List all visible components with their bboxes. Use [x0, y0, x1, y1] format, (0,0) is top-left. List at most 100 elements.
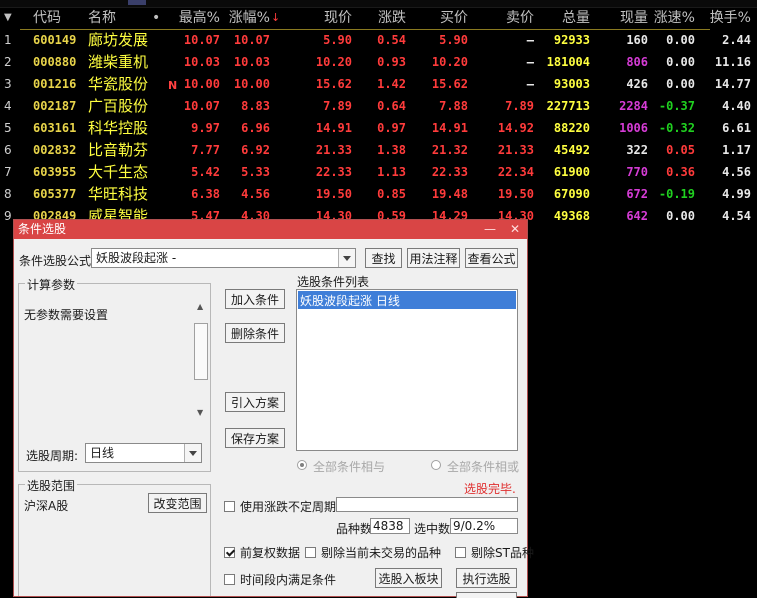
- cell-price: 14.91: [315, 121, 352, 135]
- condition-list[interactable]: 妖股波段起涨 日线: [296, 289, 518, 451]
- cell-cur: 770: [626, 165, 648, 179]
- formula-select[interactable]: 妖股波段起涨 -: [91, 248, 356, 268]
- stock-code: 600149: [33, 33, 77, 47]
- timerange-checkbox[interactable]: [224, 574, 235, 585]
- cell-cur: 322: [626, 143, 648, 157]
- column-header[interactable]: 涨速%: [651, 7, 695, 29]
- add-to-board-button[interactable]: 选股入板块: [375, 568, 442, 588]
- sort-desc-icon: ↓: [271, 11, 281, 24]
- chevron-down-icon[interactable]: [184, 444, 201, 462]
- table-row[interactable]: 3 001216 华瓷股份 N 10.00 10.00 15.62 1.42 15.62—930…: [0, 73, 757, 95]
- status-text: 选股完毕.: [464, 482, 516, 496]
- chevron-down-icon[interactable]: [338, 249, 355, 267]
- exclude-st-label: 剔除ST品种: [471, 546, 534, 560]
- execute-screen-button[interactable]: 执行选股: [456, 568, 517, 588]
- cell-chg-pct: 8.83: [241, 99, 270, 113]
- minimize-icon[interactable]: —: [484, 220, 496, 239]
- column-header[interactable]: 名称: [88, 7, 158, 29]
- condition-list-item-selected[interactable]: 妖股波段起涨 日线: [298, 291, 516, 309]
- dialog-title: 条件选股: [18, 222, 67, 236]
- delete-condition-button[interactable]: 删除条件: [225, 323, 285, 343]
- cell-price: 15.62: [315, 77, 352, 91]
- cell-cur: 672: [626, 187, 648, 201]
- find-button[interactable]: 查找: [365, 248, 402, 268]
- column-header[interactable]: 总量: [536, 7, 590, 29]
- table-row[interactable]: 6 002832 比音勒芬 7.77 6.92 21.33 1.38 21.32 21.33 45…: [0, 139, 757, 161]
- cell-vol: 92933: [553, 33, 590, 47]
- radio-and-all[interactable]: [297, 460, 307, 470]
- condition-list-title: 选股条件列表: [297, 275, 370, 289]
- period-select[interactable]: 日线: [85, 443, 202, 463]
- table-row[interactable]: 1 600149 廊坊发展 10.07 10.07 5.90 0.54 5.90 — 92933 1…: [0, 29, 757, 51]
- cell-chg-pct: 6.92: [241, 143, 270, 157]
- column-header[interactable]: 卖价: [478, 7, 534, 29]
- add-condition-button[interactable]: 加入条件: [225, 289, 285, 309]
- view-formula-button[interactable]: 查看公式: [465, 248, 518, 268]
- usage-notes-button[interactable]: 用法注释: [407, 248, 460, 268]
- cell-turnover: 1.17: [722, 143, 751, 157]
- save-scheme-button[interactable]: 保存方案: [225, 428, 285, 448]
- radio-or-all[interactable]: [431, 460, 441, 470]
- change-range-button[interactable]: 改变范围: [148, 493, 207, 513]
- table-header: ▼ 代码 名称 最高% 涨幅% 现价 涨跌 买价 卖价 总量 现量 涨速% 换手% • ↓: [0, 7, 757, 29]
- import-scheme-button[interactable]: 引入方案: [225, 392, 285, 412]
- row-number: 2: [4, 55, 12, 69]
- variable-period-checkbox[interactable]: [224, 501, 235, 512]
- row-number: 7: [4, 165, 12, 179]
- cell-cur: 642: [626, 209, 648, 223]
- column-header[interactable]: 涨幅%: [220, 7, 270, 29]
- column-header[interactable]: 涨跌: [356, 7, 406, 29]
- scroll-down-icon[interactable]: ▼: [197, 408, 203, 417]
- cell-price: 7.89: [323, 99, 352, 113]
- timerange-label: 时间段内满足条件: [240, 573, 337, 587]
- column-header[interactable]: 代码: [33, 7, 83, 29]
- cell-speed: -0.37: [658, 99, 695, 113]
- formula-select-value: 妖股波段起涨 -: [96, 251, 177, 265]
- adjusted-data-checkbox[interactable]: [224, 547, 235, 558]
- sort-dot-icon: •: [152, 10, 161, 26]
- cell-vol: 45492: [553, 143, 590, 157]
- formula-label: 条件选股公式: [19, 254, 92, 268]
- cell-high: 5.42: [191, 165, 220, 179]
- close-button-partial[interactable]: [456, 592, 517, 598]
- cell-high: 10.00: [183, 77, 220, 91]
- exclude-untraded-checkbox[interactable]: [305, 547, 316, 558]
- cell-speed: 0.05: [666, 143, 695, 157]
- table-row[interactable]: 8 605377 华旺科技 6.38 4.56 19.50 0.85 19.48 19.50 67…: [0, 183, 757, 205]
- column-header[interactable]: 买价: [400, 7, 468, 29]
- sort-menu-icon[interactable]: ▼: [4, 7, 12, 29]
- list-item: 妖股波段起涨 日线: [300, 294, 400, 308]
- column-header[interactable]: 现价: [296, 7, 352, 29]
- cell-bid: 15.62: [431, 77, 468, 91]
- cell-bid: 10.20: [431, 55, 468, 69]
- row-number: 6: [4, 143, 12, 157]
- params-scrollbar[interactable]: ▲ ▼: [194, 298, 208, 418]
- exclude-st-checkbox[interactable]: [455, 547, 466, 558]
- column-header[interactable]: 现量: [594, 7, 648, 29]
- stock-code: 603161: [33, 121, 77, 135]
- cell-speed: -0.19: [658, 187, 695, 201]
- column-header[interactable]: 最高%: [166, 7, 220, 29]
- scroll-up-icon[interactable]: ▲: [197, 302, 203, 311]
- table-row[interactable]: 2 000880 潍柴重机 10.03 10.03 10.20 0.93 10.20 — 1810…: [0, 51, 757, 73]
- count-label: 品种数: [336, 522, 373, 536]
- table-row[interactable]: 7 603955 大千生态 5.42 5.33 22.33 1.13 22.33 22.34 61…: [0, 161, 757, 183]
- toolbar-tab-fragment[interactable]: [128, 0, 146, 5]
- cell-price: 22.33: [315, 165, 352, 179]
- scroll-thumb[interactable]: [194, 323, 208, 380]
- cell-speed: 0.00: [666, 77, 695, 91]
- close-icon[interactable]: ✕: [510, 220, 520, 239]
- table-row[interactable]: 5 603161 科华控股 9.97 6.96 14.91 0.97 14.91 14.92 88…: [0, 117, 757, 139]
- cell-cur: 426: [626, 77, 648, 91]
- period-select-value: 日线: [90, 446, 115, 460]
- cell-bid: 7.88: [439, 99, 468, 113]
- cell-cur: 2284: [619, 99, 648, 113]
- column-header[interactable]: 换手%: [702, 7, 751, 29]
- variable-period-input[interactable]: [336, 497, 518, 512]
- cell-high: 10.07: [183, 33, 220, 47]
- cell-high: 9.97: [191, 121, 220, 135]
- cell-price: 10.20: [315, 55, 352, 69]
- table-row[interactable]: 4 002187 广百股份 10.07 8.83 7.89 0.64 7.88 7.89 2277…: [0, 95, 757, 117]
- cell-ask: 7.89: [505, 99, 534, 113]
- params-text: 无参数需要设置: [24, 308, 109, 322]
